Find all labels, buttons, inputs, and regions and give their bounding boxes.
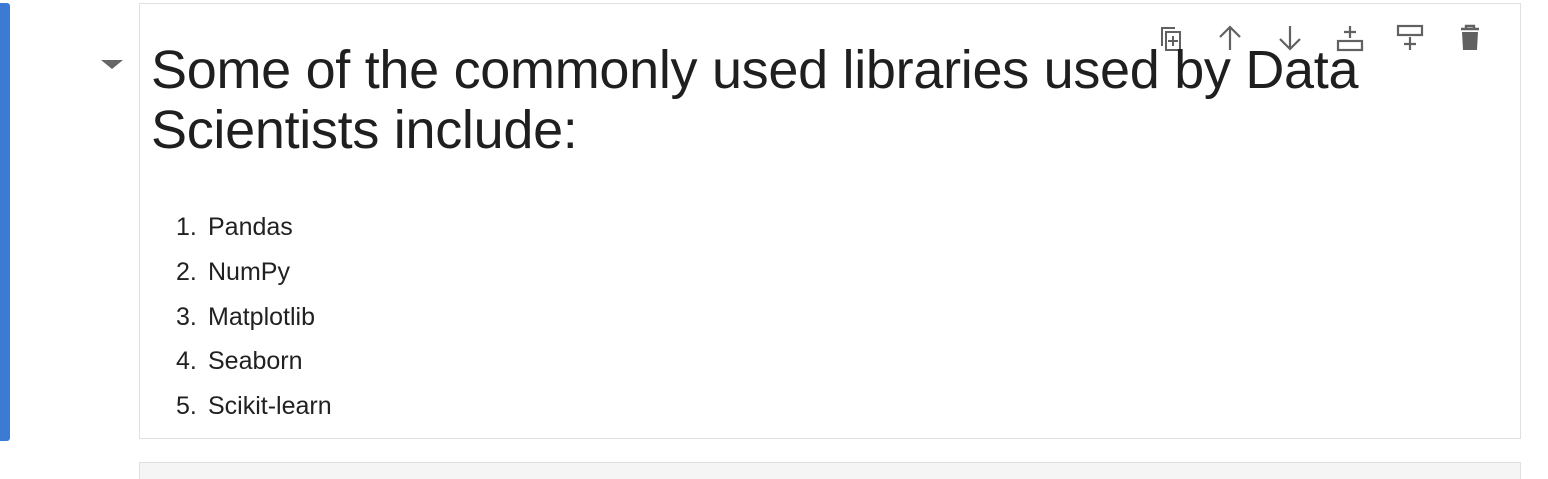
notebook-panel: Some of the commonly used libraries used…: [0, 0, 1548, 479]
list-item-number: 4.: [176, 347, 197, 376]
markdown-cell[interactable]: Some of the commonly used libraries used…: [139, 3, 1521, 439]
list-item-number: 2.: [176, 257, 197, 286]
list-item: 3. Matplotlib: [176, 295, 332, 340]
list-item-label: Matplotlib: [208, 302, 315, 331]
cell-heading: Some of the commonly used libraries used…: [151, 40, 1359, 160]
list-item-number: 1.: [176, 213, 197, 241]
library-list: 1. Pandas 2. NumPy 3. Matplotlib 4. Seab…: [176, 205, 332, 429]
list-item: 2. NumPy: [176, 250, 332, 295]
list-item-label: Scikit-learn: [208, 392, 332, 421]
list-item-number: 3.: [176, 302, 197, 331]
list-item: 5. Scikit-learn: [176, 384, 332, 429]
list-item-label: Seaborn: [208, 347, 303, 376]
collapse-heading-caret-icon[interactable]: [101, 60, 123, 69]
list-item: 4. Seaborn: [176, 339, 332, 384]
list-item-number: 5.: [176, 392, 197, 421]
list-item-label: Pandas: [208, 213, 293, 241]
list-item-label: NumPy: [208, 257, 290, 286]
active-cell-indicator[interactable]: [0, 3, 10, 441]
next-code-cell[interactable]: [139, 462, 1521, 479]
list-item: 1. Pandas: [176, 205, 332, 250]
